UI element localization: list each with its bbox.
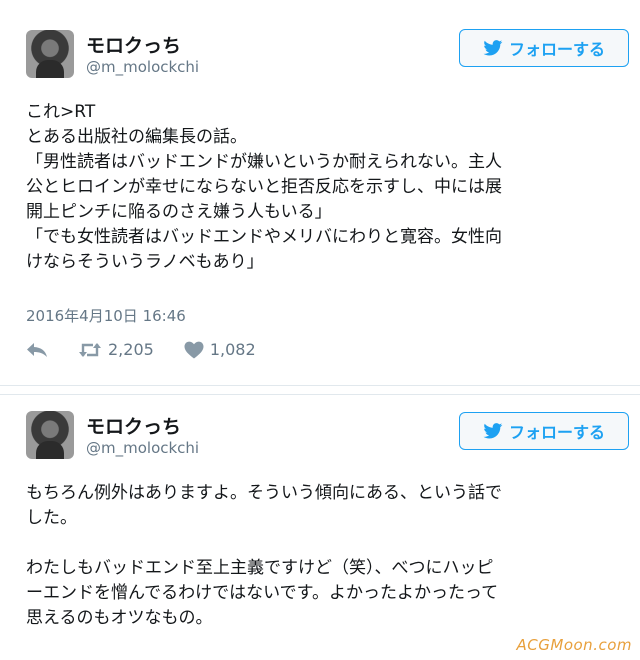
tweet-line: わたしもバッドエンド至上主義ですけど（笑）、べつにハッピ — [26, 558, 494, 578]
user-handle[interactable]: @m_molockchi — [86, 58, 199, 76]
tweet-line: 思えるのもオツなもの。 — [26, 608, 213, 628]
retweet-button[interactable]: 2,205 — [78, 340, 154, 359]
retweet-icon — [79, 342, 101, 357]
tweet-text: これ>RT とある出版社の編集長の話。 「男性読者はバッドエンドが嫌いというか耐… — [26, 100, 626, 275]
tweet-line: もちろん例外はありますよ。そういう傾向にある、という話で — [26, 483, 502, 503]
tweet-line: けならそういうラノベもあり」 — [26, 252, 264, 272]
tweet-line: した。 — [26, 508, 77, 528]
retweet-count: 2,205 — [108, 340, 154, 359]
tweet-text: もちろん例外はありますよ。そういう傾向にある、という話で した。 ​ わたしもバ… — [26, 481, 626, 631]
like-count: 1,082 — [209, 340, 256, 359]
display-name[interactable]: モロクっち — [86, 31, 181, 58]
follow-label: フォローする — [508, 40, 605, 59]
tweet-line: とある出版社の編集長の話。 — [26, 127, 247, 147]
tweet-line: 開上ピンチに陥るのさえ嫌う人もいる」 — [26, 202, 332, 222]
display-name[interactable]: モロクっち — [86, 412, 181, 439]
reply-icon — [27, 342, 47, 357]
avatar[interactable] — [26, 411, 74, 459]
twitter-bird-icon — [483, 40, 503, 56]
tweet-card: モロクっち @m_molockchi フォローする もちろん例外はありますよ。そ… — [0, 394, 640, 660]
follow-button[interactable]: フォローする — [459, 412, 629, 450]
tweet-line: 公とヒロインが幸せにならないと拒否反応を示すし、中には展 — [26, 177, 502, 197]
reply-button[interactable] — [26, 342, 48, 358]
tweet-line: 「男性読者はバッドエンドが嫌いというか耐えられない。主人 — [26, 152, 502, 172]
timestamp[interactable]: 2016年4月10日 16:46 — [26, 305, 186, 326]
watermark: ACGMoon.com — [516, 636, 632, 654]
avatar[interactable] — [26, 30, 74, 78]
tweet-card: モロクっち @m_molockchi フォローする これ>RT とある出版社の編… — [0, 0, 640, 386]
tweet-line: 「でも女性読者はバッドエンドやメリバにわりと寛容。女性向 — [26, 227, 502, 247]
tweet-line: ーエンドを憎んでるわけではないです。よかったよかったって — [26, 583, 499, 603]
like-button[interactable]: 1,082 — [184, 340, 256, 359]
follow-label: フォローする — [508, 423, 605, 442]
tweet-actions: 2,205 1,082 — [26, 340, 286, 359]
tweet-line: ​ — [26, 531, 626, 556]
heart-icon — [184, 341, 204, 358]
tweet-line: これ>RT — [26, 102, 96, 122]
follow-button[interactable]: フォローする — [459, 29, 629, 67]
twitter-bird-icon — [483, 423, 503, 439]
user-handle[interactable]: @m_molockchi — [86, 439, 199, 457]
